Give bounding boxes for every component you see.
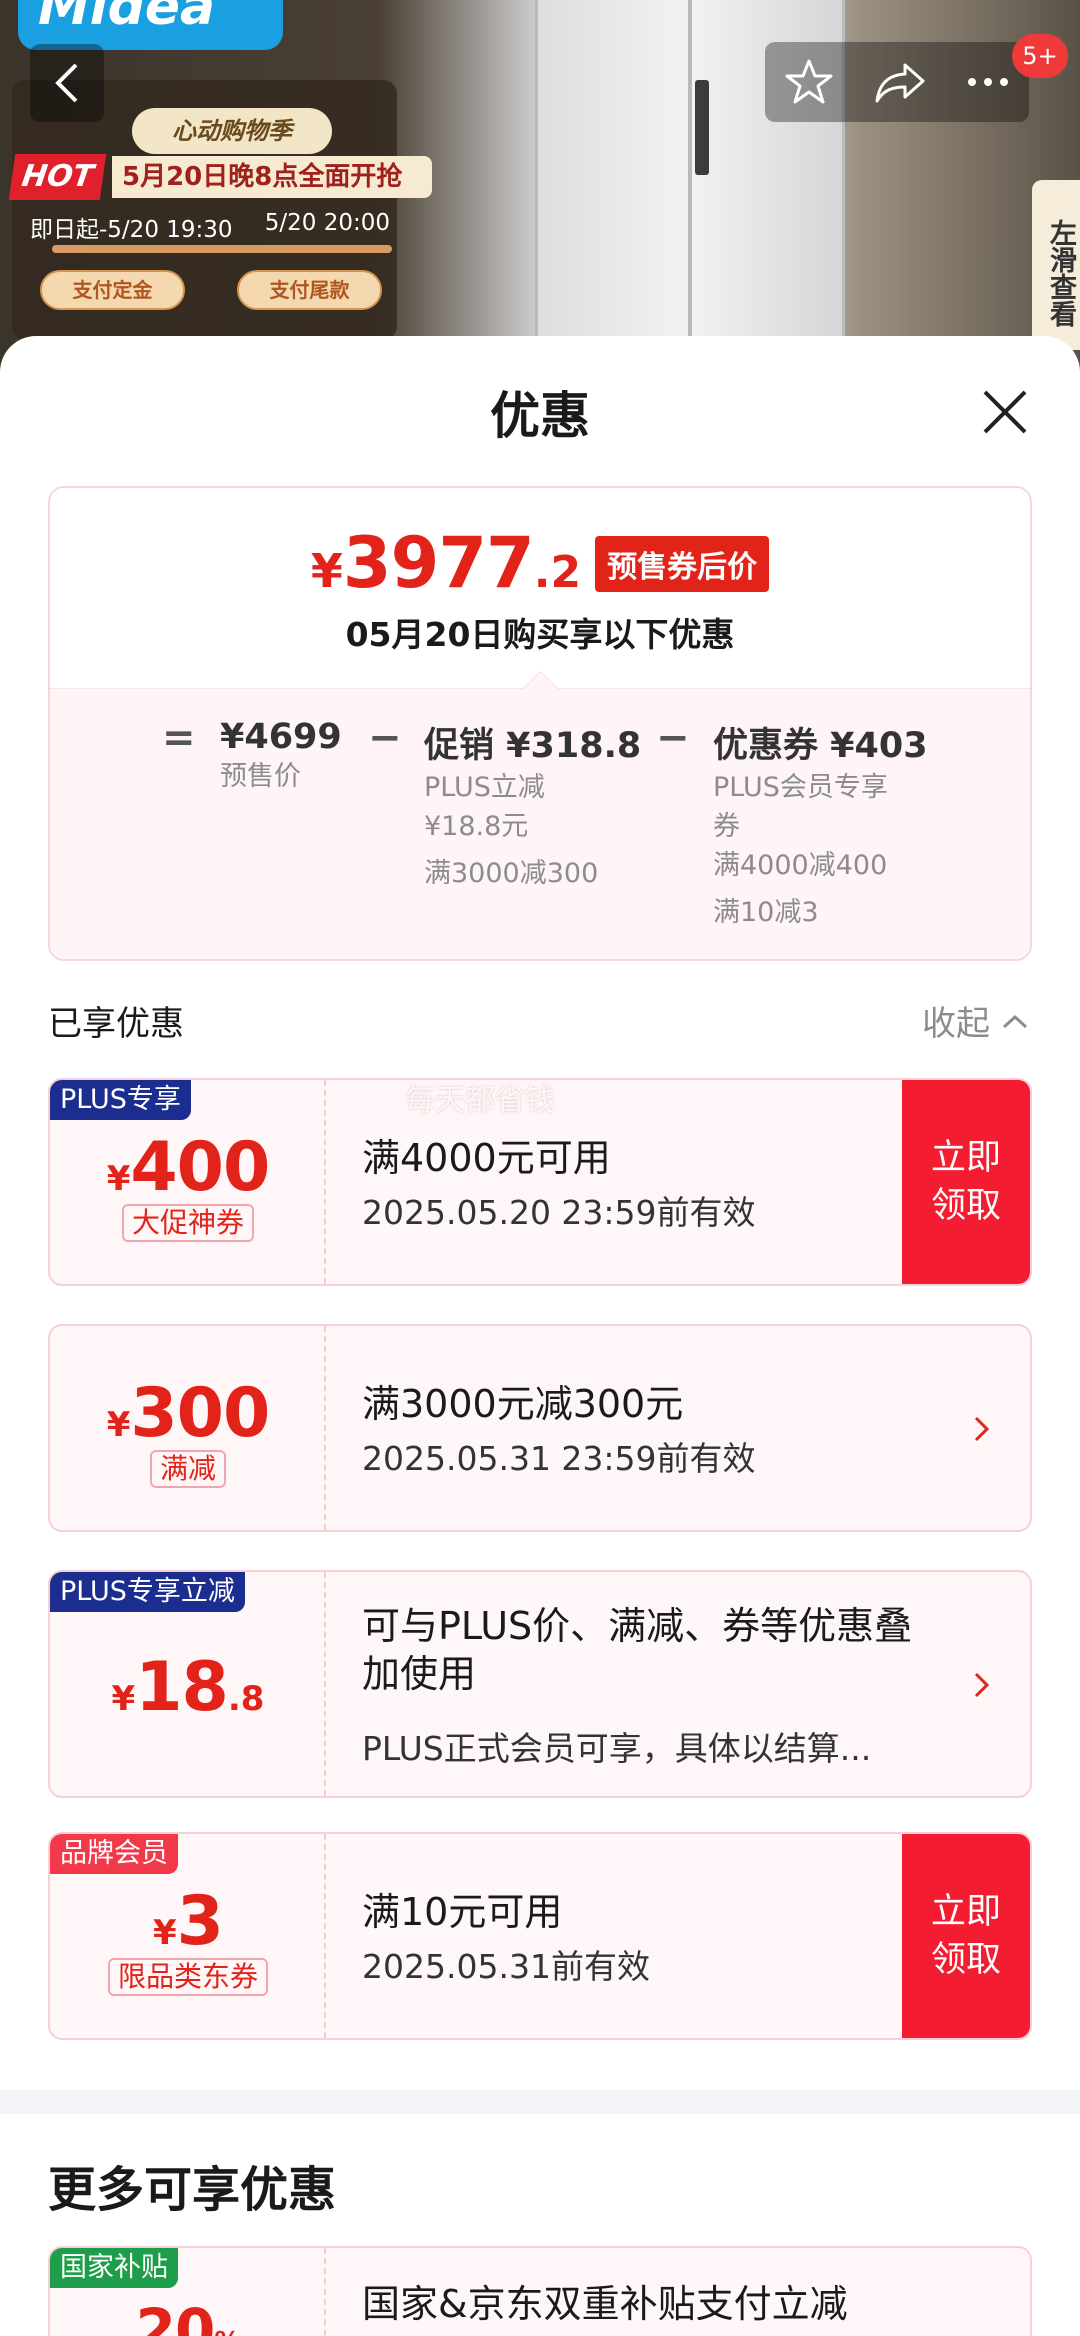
star-icon[interactable] — [784, 57, 834, 107]
coupon-condition: 可与PLUS价、满减、券等优惠叠加使用 — [362, 1604, 913, 1696]
presale-price-column: ¥4699 预售价 — [220, 717, 342, 796]
more-discounts-title: 更多可享优惠 — [48, 2162, 337, 2218]
coupon-tag: PLUS专享 — [50, 1080, 191, 1120]
coupon-card[interactable]: 国家补贴 20 % 国家&京东双重补贴支付立减 — [48, 2246, 1032, 2336]
coupon-kind: 满减 — [149, 1450, 226, 1488]
final-price-tag: 预售券后价 — [595, 536, 770, 592]
chevron-left-icon — [55, 63, 78, 103]
final-price-decimal: .2 — [533, 547, 582, 598]
coupon-value: 20 % — [50, 2296, 326, 2336]
enjoyed-discounts-header: 已享优惠 收起 — [48, 996, 1032, 1045]
claim-button[interactable]: 立即领取 — [902, 1834, 1030, 2038]
minus-sign: − — [368, 715, 402, 761]
price-summary: ¥ 3977 .2 预售券后价 05月20日购买享以下优惠 = ¥4699 预售… — [48, 486, 1032, 961]
presale-price: ¥4699 — [220, 717, 342, 757]
coupon-validity: 2025.05.20 23:59前有效 — [362, 1193, 756, 1232]
chevron-right-icon — [974, 1672, 990, 1698]
coupon-card[interactable]: PLUS专享立减 ¥ 18 .8 可与PLUS价、满减、券等优惠叠加使用 PLU… — [48, 1570, 1032, 1798]
coupon-yen: ¥ — [111, 1679, 136, 1719]
watermark: 每天都省钱 — [405, 1083, 555, 1118]
claim-button[interactable]: 立即领取 — [902, 1080, 1030, 1284]
coupon-validity: 2025.05.31前有效 — [362, 1947, 650, 1986]
hot-text: 5月20日晚8点全面开抢 — [112, 156, 432, 198]
time-right: 5/20 20:00 — [264, 210, 390, 236]
collapse-button[interactable]: 收起 — [922, 996, 1032, 1045]
enjoyed-title: 已享优惠 — [48, 1004, 184, 1044]
promotion-amount: 促销 ¥318.8 — [424, 726, 642, 766]
coupon-condition: 满3000元减300元 — [362, 1382, 684, 1426]
coupon-detail-4: 满10减3 — [713, 897, 819, 928]
brand-logo: Midea — [18, 0, 283, 50]
notification-badge: 5+ — [1012, 34, 1068, 78]
coupon-kind: 限品类东券 — [107, 1958, 268, 1996]
coupon-yen: ¥ — [106, 1159, 131, 1199]
section-divider — [0, 2090, 1080, 2114]
coupon-amount: 3 — [176, 1882, 224, 1961]
coupon-tag: 品牌会员 — [50, 1834, 178, 1874]
sheet-title: 优惠 — [490, 387, 590, 445]
equals-sign: = — [162, 715, 196, 761]
final-price-integer: 3977 — [342, 522, 535, 604]
coupon-tag: 国家补贴 — [50, 2248, 178, 2288]
coupon-value: ¥ 3 — [50, 1882, 326, 1961]
coupon-value: ¥ 300 — [50, 1374, 326, 1453]
promo-timeline — [52, 245, 392, 253]
coupon-condition: 满4000元可用 — [362, 1136, 611, 1180]
coupon-detail-2: 券 — [713, 811, 740, 842]
chevron-up-icon — [1002, 1014, 1028, 1028]
coupon-column: 优惠券 ¥403 PLUS会员专享 券 满4000减400 满10减3 — [713, 717, 928, 932]
more-icon[interactable] — [966, 75, 1010, 89]
pay-balance-button: 支付尾款 — [237, 270, 382, 310]
minus-sign: − — [656, 715, 690, 761]
swipe-tip[interactable]: 左滑查看 — [1032, 180, 1080, 350]
coupon-yen: ¥ — [106, 1405, 131, 1445]
coupon-tag: PLUS专享立减 — [50, 1572, 245, 1612]
share-icon[interactable] — [873, 59, 927, 105]
coupon-detail-1: PLUS会员专享 — [713, 772, 888, 803]
coupon-card[interactable]: ¥ 300 满减 满3000元减300元 2025.05.31 23:59前有效 — [48, 1324, 1032, 1532]
time-left: 即日起-5/20 19:30 — [30, 217, 233, 243]
promotion-detail-3: 满3000减300 — [424, 858, 599, 889]
hot-label: HOT — [8, 154, 107, 200]
claim-label: 立即领取 — [930, 1892, 1001, 1980]
buy-date-note: 05月20日购买享以下优惠 — [345, 615, 735, 654]
collapse-label: 收起 — [922, 1004, 990, 1044]
product-hero-image: Midea 心动购物季 HOT 5月20日晚8点全面开抢 即日起-5/20 19… — [0, 0, 1080, 380]
final-price-yen: ¥ — [310, 544, 343, 598]
coupon-condition: 满10元可用 — [362, 1890, 563, 1934]
coupon-kind: 大促神券 — [121, 1204, 254, 1242]
coupon-value: ¥ 18 .8 — [50, 1648, 326, 1727]
promo-title: 心动购物季 — [132, 108, 332, 154]
coupon-amount: 18 — [135, 1648, 229, 1727]
promo-times: 即日起-5/20 19:30 5/20 20:00 — [30, 210, 410, 244]
coupon-detail-3: 满4000减400 — [713, 850, 888, 881]
coupon-amount: 300 — [130, 1374, 270, 1453]
pay-deposit-button: 支付定金 — [40, 270, 185, 310]
coupon-amount: 20 — [135, 2296, 216, 2336]
coupon-amount: 400 — [130, 1128, 270, 1207]
promotion-column: 促销 ¥318.8 PLUS立减 ¥18.8元 满3000减300 — [424, 717, 641, 893]
coupon-card: 品牌会员 ¥ 3 限品类东券 满10元可用 2025.05.31前有效 立即领取 — [48, 1832, 1032, 2040]
coupon-decimal: .8 — [227, 1679, 265, 1719]
claim-label: 立即领取 — [930, 1138, 1001, 1226]
promotion-detail-2: ¥18.8元 — [424, 811, 529, 842]
promotion-detail-1: PLUS立减 — [424, 772, 545, 803]
coupon-validity: PLUS正式会员可享，具体以结算... — [362, 1729, 872, 1768]
close-icon[interactable] — [975, 382, 1035, 442]
coupon-value: ¥ 400 — [50, 1128, 326, 1207]
coupon-amount: 优惠券 ¥403 — [713, 726, 928, 766]
coupon-yen: ¥ — [153, 1913, 177, 1953]
coupon-condition: 国家&京东双重补贴支付立减 — [362, 2282, 848, 2326]
coupon-decimal: % — [214, 2327, 240, 2336]
top-action-bar — [765, 42, 1029, 122]
final-price: ¥ 3977 .2 预售券后价 — [50, 522, 1030, 604]
coupon-validity: 2025.05.31 23:59前有效 — [362, 1439, 756, 1478]
chevron-right-icon — [974, 1416, 990, 1442]
presale-label: 预售价 — [220, 761, 301, 792]
back-button[interactable] — [30, 44, 104, 122]
